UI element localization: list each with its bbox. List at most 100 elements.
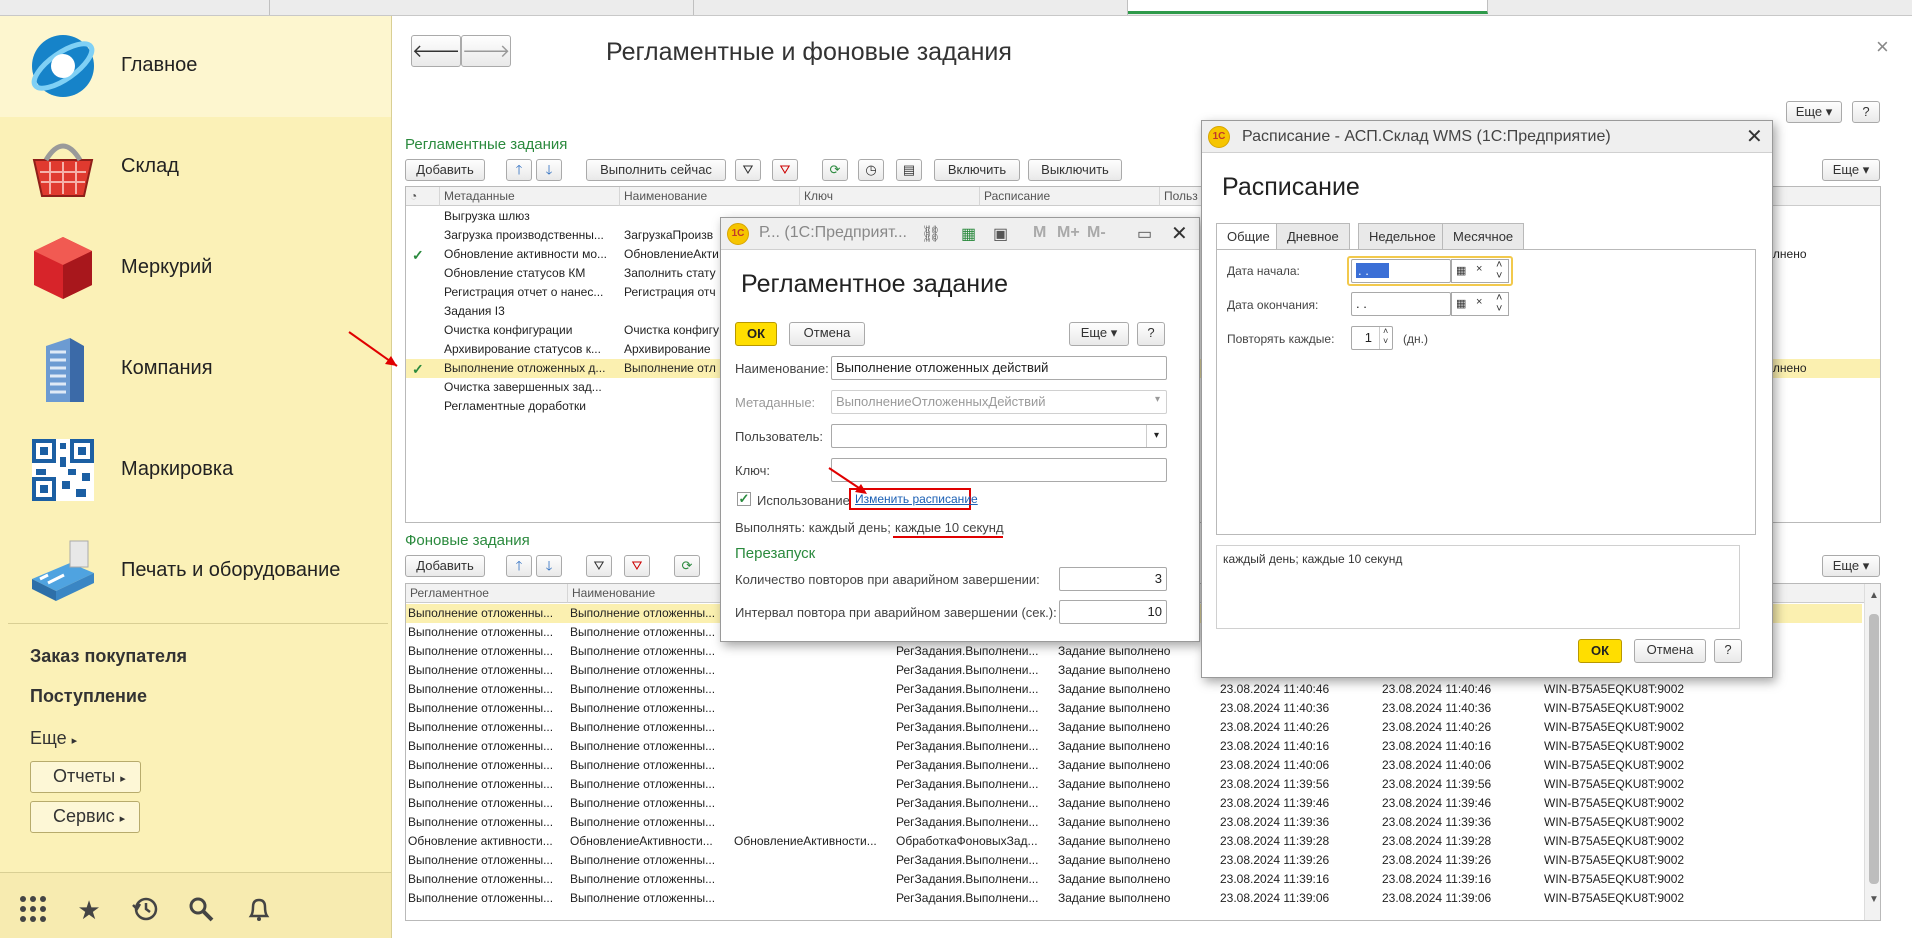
- search-icon[interactable]: [186, 895, 216, 925]
- tab-general[interactable]: Общие: [1216, 223, 1281, 250]
- close-icon[interactable]: ×: [1876, 34, 1889, 60]
- table-row[interactable]: Выполнение отложенны... Выполнение отложе…: [406, 870, 1862, 889]
- table-row[interactable]: Выполнение отложенны... Выполнение отложе…: [406, 851, 1862, 870]
- scrollbar-thumb[interactable]: [1869, 614, 1879, 884]
- ok-button[interactable]: ОК: [735, 322, 777, 346]
- add-button[interactable]: Добавить: [405, 555, 485, 577]
- help-button[interactable]: ?: [1852, 101, 1880, 123]
- ok-button[interactable]: ОК: [1578, 639, 1622, 663]
- table-row[interactable]: Выполнение отложенны... Выполнение отложе…: [406, 737, 1862, 756]
- section-marking[interactable]: Маркировка: [0, 420, 391, 521]
- add-button[interactable]: Добавить: [405, 159, 485, 181]
- table-row[interactable]: Выполнение отложенны... Выполнение отложе…: [406, 718, 1862, 737]
- key-field[interactable]: [831, 458, 1167, 482]
- help-button[interactable]: ?: [1714, 639, 1742, 663]
- close-icon[interactable]: ✕: [1171, 221, 1188, 246]
- clear-filter-button[interactable]: ⛛: [624, 555, 650, 577]
- spin-down-icon[interactable]: ˅: [1383, 336, 1388, 346]
- move-up-button[interactable]: 🡑: [506, 159, 532, 181]
- table-row[interactable]: Выполнение отложенны... Выполнение отложе…: [406, 889, 1862, 908]
- table-row[interactable]: Выполнение отложенны... Выполнение отложе…: [406, 699, 1862, 718]
- column-header[interactable]: Ключ: [800, 187, 980, 206]
- section-warehouse[interactable]: Склад: [0, 117, 391, 218]
- run-now-button[interactable]: Выполнить сейчас: [586, 159, 726, 181]
- window-tab[interactable]: [0, 0, 270, 15]
- column-header[interactable]: Наименование: [620, 187, 800, 206]
- link-receipt[interactable]: Поступление: [30, 686, 147, 707]
- column-header[interactable]: Регламентное: [406, 584, 568, 603]
- window-tab[interactable]: [270, 0, 694, 15]
- close-icon[interactable]: ✕: [1746, 124, 1763, 149]
- cancel-button[interactable]: Отмена: [789, 322, 865, 346]
- link-customer-order[interactable]: Заказ покупателя: [30, 646, 187, 667]
- user-field[interactable]: ▾: [831, 424, 1167, 448]
- disable-button[interactable]: Выключить: [1028, 159, 1122, 181]
- column-header[interactable]: Расписание: [980, 187, 1160, 206]
- move-down-button[interactable]: 🡓: [536, 159, 562, 181]
- service-button[interactable]: Сервис ▸: [30, 801, 141, 833]
- interval-field[interactable]: 10: [1059, 600, 1167, 624]
- table-row[interactable]: Выполнение отложенны... Выполнение отложе…: [406, 680, 1862, 699]
- calculator-icon[interactable]: ▦: [961, 224, 976, 244]
- history-icon[interactable]: [130, 895, 160, 925]
- enable-button[interactable]: Включить: [934, 159, 1020, 181]
- window-tab[interactable]: [1488, 0, 1912, 15]
- scroll-down-icon[interactable]: ▼: [1869, 894, 1879, 905]
- filter-button[interactable]: ⛛: [735, 159, 761, 181]
- section-company[interactable]: Компания: [0, 319, 391, 420]
- more-button[interactable]: Еще ▾: [1822, 555, 1880, 577]
- spin-down-icon[interactable]: ˅: [1496, 270, 1502, 282]
- help-button[interactable]: ?: [1137, 322, 1165, 346]
- more-button[interactable]: Еще ▾: [1822, 159, 1880, 181]
- calendar-icon[interactable]: ▣: [993, 224, 1008, 244]
- tab-daily[interactable]: Дневное: [1276, 223, 1350, 249]
- apps-grid-icon[interactable]: [18, 895, 48, 925]
- name-field[interactable]: Выполнение отложенных действий: [831, 356, 1167, 380]
- use-checkbox[interactable]: ✓: [737, 492, 751, 506]
- clear-icon[interactable]: ×: [1476, 296, 1482, 308]
- tab-monthly[interactable]: Месячное: [1442, 223, 1525, 249]
- more-link[interactable]: Еще ▸: [30, 728, 77, 749]
- more-button[interactable]: Еще ▾: [1069, 322, 1129, 346]
- schedule-clock-button[interactable]: ◷: [858, 159, 884, 181]
- vertical-scrollbar[interactable]: ▲ ▼: [1864, 584, 1880, 920]
- calendar-icon[interactable]: ▦: [1456, 264, 1466, 277]
- window-tab[interactable]: [694, 0, 1128, 15]
- retries-field[interactable]: 3: [1059, 567, 1167, 591]
- memory-plus-icon[interactable]: M+: [1057, 224, 1080, 242]
- column-header[interactable]: Метаданные: [440, 187, 620, 206]
- end-date-field[interactable]: . .: [1351, 292, 1451, 316]
- table-row[interactable]: Выполнение отложенны... Выполнение отложе…: [406, 813, 1862, 832]
- section-printing[interactable]: Печать и оборудование: [0, 521, 391, 622]
- more-button[interactable]: Еще ▾: [1786, 101, 1842, 123]
- change-schedule-link[interactable]: Изменить расписание: [855, 492, 978, 506]
- filter-button[interactable]: ⛛: [586, 555, 612, 577]
- section-main[interactable]: Главное: [0, 16, 391, 117]
- clear-icon[interactable]: ×: [1476, 263, 1482, 275]
- start-date-field[interactable]: . .: [1351, 259, 1451, 283]
- table-row[interactable]: Выполнение отложенны... Выполнение отложе…: [406, 775, 1862, 794]
- window-tab-active[interactable]: [1128, 0, 1488, 14]
- star-icon[interactable]: ★: [74, 895, 104, 925]
- table-row[interactable]: Выполнение отложенны... Выполнение отложе…: [406, 756, 1862, 775]
- forward-button[interactable]: 🡒: [461, 35, 511, 67]
- cancel-button[interactable]: Отмена: [1634, 639, 1706, 663]
- tab-weekly[interactable]: Недельное: [1358, 223, 1447, 249]
- memory-m-icon[interactable]: M: [1033, 224, 1046, 242]
- table-row[interactable]: Обновление активности... ОбновлениеАктивн…: [406, 832, 1862, 851]
- maximize-icon[interactable]: ▭: [1137, 224, 1152, 244]
- refresh-button[interactable]: ⟳: [674, 555, 700, 577]
- section-mercury[interactable]: Меркурий: [0, 218, 391, 319]
- move-down-button[interactable]: 🡓: [536, 555, 562, 577]
- bell-icon[interactable]: [244, 895, 274, 925]
- settings-button[interactable]: ▤: [896, 159, 922, 181]
- back-button[interactable]: 🡐: [411, 35, 461, 67]
- refresh-button[interactable]: ⟳: [822, 159, 848, 181]
- memory-minus-icon[interactable]: M-: [1087, 224, 1106, 242]
- link-icon[interactable]: ⛓: [921, 224, 941, 244]
- dropdown-icon[interactable]: ▾: [1146, 425, 1166, 447]
- calendar-icon[interactable]: ▦: [1456, 297, 1466, 310]
- clear-filter-button[interactable]: ⛛: [772, 159, 798, 181]
- spin-down-icon[interactable]: ˅: [1496, 303, 1502, 315]
- reports-button[interactable]: Отчеты ▸: [30, 761, 141, 793]
